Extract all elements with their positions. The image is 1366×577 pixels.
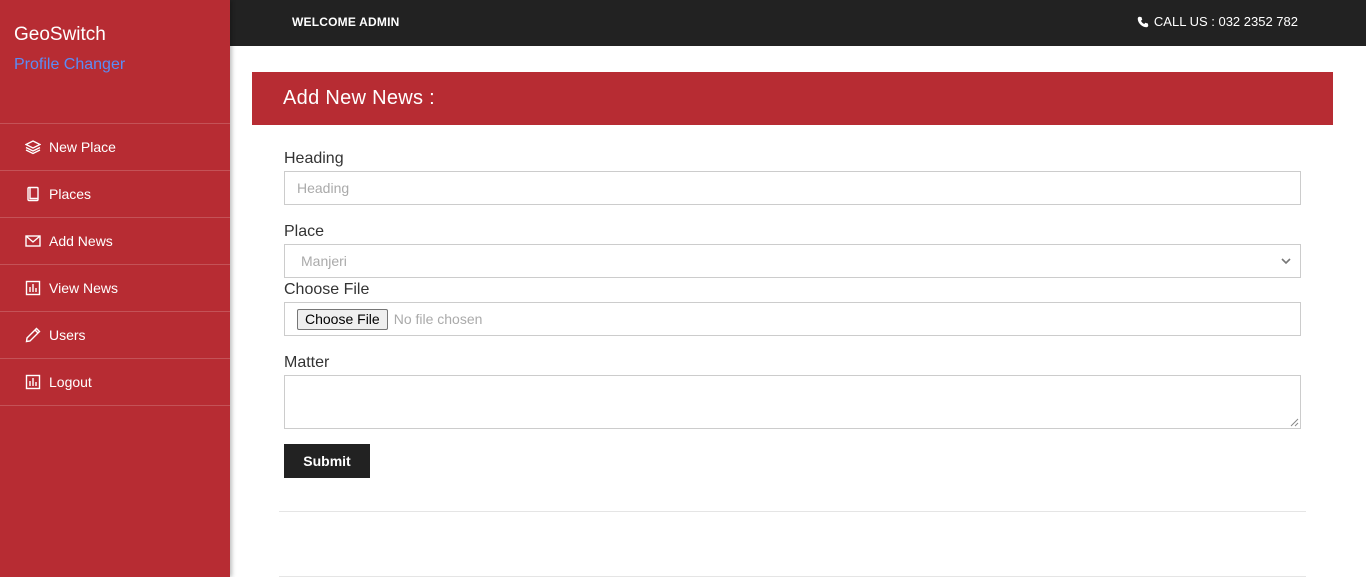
page-title: Add New News : bbox=[283, 87, 436, 109]
envelope-icon bbox=[24, 233, 41, 250]
brand-subtitle-link[interactable]: Profile Changer bbox=[14, 55, 216, 75]
phone-icon bbox=[1137, 16, 1154, 28]
chevron-down-icon bbox=[1280, 255, 1292, 267]
brand: GeoSwitch Profile Changer bbox=[0, 0, 230, 124]
book-icon bbox=[24, 186, 41, 203]
place-label: Place bbox=[284, 223, 325, 240]
sidebar-item-label: Users bbox=[49, 327, 86, 343]
sidebar-item-label: New Place bbox=[49, 139, 116, 155]
heading-label: Heading bbox=[284, 150, 344, 167]
panel-header: Add New News : bbox=[252, 72, 1333, 125]
sidebar-item-users[interactable]: Users bbox=[0, 312, 230, 359]
place-selected-value: Manjeri bbox=[301, 253, 347, 269]
bar-chart-icon bbox=[24, 374, 41, 391]
file-input: Choose File No file chosen bbox=[284, 302, 1301, 336]
sidebar-item-label: View News bbox=[49, 280, 118, 296]
sidebar-item-add-news[interactable]: Add News bbox=[0, 218, 230, 265]
brand-title: GeoSwitch bbox=[14, 24, 106, 45]
place-select[interactable]: Manjeri bbox=[284, 244, 1301, 278]
file-status: No file chosen bbox=[393, 311, 483, 327]
sidebar-item-label: Places bbox=[49, 186, 92, 202]
heading-input[interactable] bbox=[284, 171, 1301, 205]
matter-label: Matter bbox=[284, 354, 330, 371]
call-us: CALL US : 032 2352 782 bbox=[1137, 14, 1298, 29]
sidebar: GeoSwitch Profile Changer New Place Plac… bbox=[0, 0, 230, 577]
welcome-text: WELCOME ADMIN bbox=[292, 15, 400, 29]
sidebar-item-places[interactable]: Places bbox=[0, 171, 230, 218]
top-bar: WELCOME ADMIN CALL US : 032 2352 782 bbox=[230, 0, 1366, 46]
submit-button[interactable]: Submit bbox=[284, 444, 370, 478]
pencil-icon bbox=[24, 327, 41, 344]
layers-icon bbox=[24, 139, 41, 156]
add-news-form: Heading Place Manjeri Choose File Choose… bbox=[284, 149, 1301, 478]
sidebar-item-label: Logout bbox=[49, 374, 92, 390]
sidebar-item-view-news[interactable]: View News bbox=[0, 265, 230, 312]
matter-textarea[interactable] bbox=[284, 375, 1301, 429]
choose-file-button[interactable]: Choose File bbox=[297, 308, 388, 330]
call-us-text: CALL US : 032 2352 782 bbox=[1153, 14, 1298, 29]
sidebar-item-logout[interactable]: Logout bbox=[0, 359, 230, 406]
resize-handle-icon[interactable] bbox=[1289, 417, 1299, 427]
divider bbox=[279, 511, 1306, 512]
file-label: Choose File bbox=[284, 281, 370, 298]
sidebar-item-label: Add News bbox=[49, 233, 113, 249]
bar-chart-icon bbox=[24, 280, 41, 297]
sidebar-item-new-place[interactable]: New Place bbox=[0, 124, 230, 171]
